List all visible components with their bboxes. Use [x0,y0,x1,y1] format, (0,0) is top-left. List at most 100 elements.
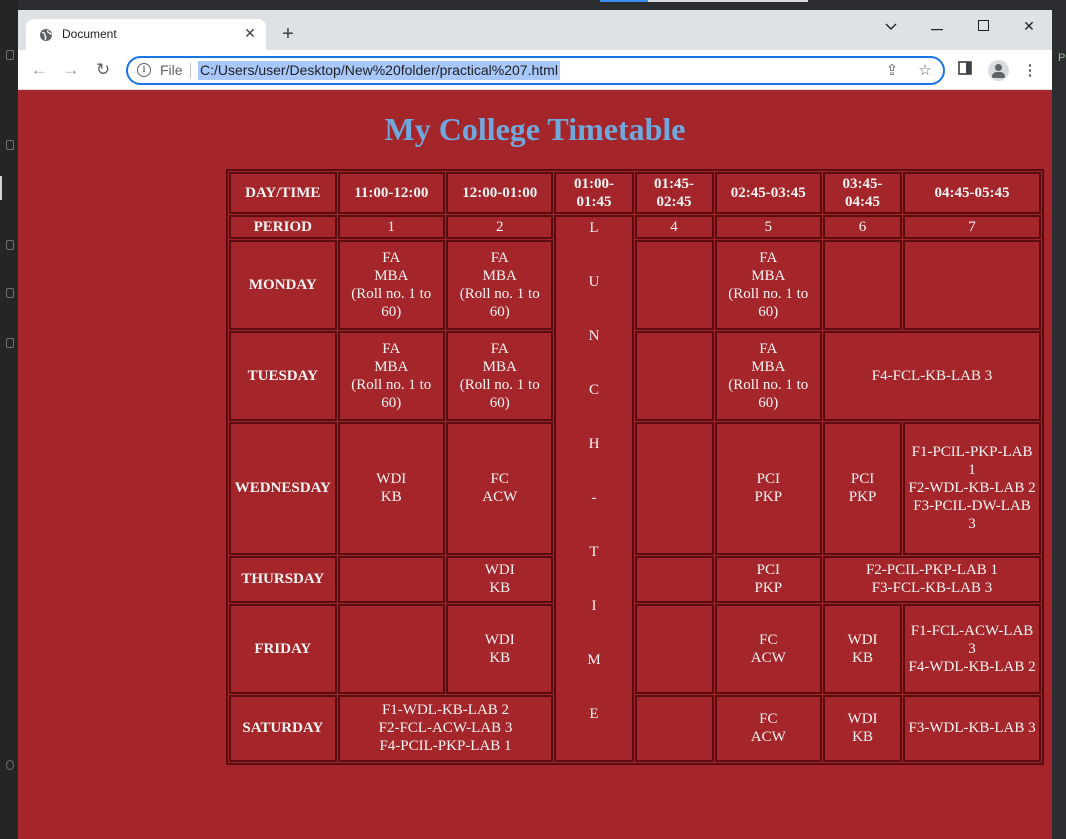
timetable: DAY/TIME 11:00-12:00 12:00-01:00 01:00-0… [226,169,1044,765]
address-bar[interactable]: i File C:/Users/user/Desktop/New%20folde… [126,56,945,85]
url-text[interactable]: C:/Users/user/Desktop/New%20folder/pract… [198,61,560,80]
lab-entry: F3-PCIL-DW-LAB 3 [913,498,1031,533]
close-tab-icon[interactable]: ✕ [241,24,259,42]
subject: FA [759,250,778,267]
period-number: 6 [823,215,903,240]
info-icon[interactable]: i [137,63,151,77]
lab-entry: F2-WDL-KB-LAB 2 [908,480,1036,497]
faculty: PKP [754,489,783,506]
minimize-button[interactable] [922,15,952,37]
back-arrow-icon[interactable]: ← [28,60,50,82]
batch: (Roll no. 1 to 60) [459,377,540,412]
batch: (Roll no. 1 to 60) [351,286,432,321]
row-tuesday: TUESDAY FA MBA (Roll no. 1 to 60) FA MBA… [229,331,1041,422]
tab-document[interactable]: Document ✕ [26,19,266,50]
header-slot-6: 03:45-04:45 [823,172,903,214]
omnibox-divider [190,63,191,79]
header-slot-lunch: 01:00-01:45 [554,172,634,214]
panel-icon[interactable] [6,338,14,348]
empty-cell [634,603,714,694]
forward-arrow-icon[interactable]: → [60,60,82,82]
lab-cell: F4-FCL-KB-LAB 3 [823,331,1041,422]
explorer-icon[interactable] [6,50,14,60]
day-label: WEDNESDAY [229,422,337,555]
close-window-button[interactable]: ✕ [1014,15,1044,37]
header-slot-5: 02:45-03:45 [714,172,823,214]
period-number: 5 [714,215,823,240]
source-control-icon[interactable] [6,140,14,150]
lab-cell: F1-FCL-ACW-LAB 3 F4-WDL-KB-LAB 2 [903,603,1041,694]
day-label: SATURDAY [229,694,337,762]
subject: FA [382,341,401,358]
browser-window: Document ✕ + ✕ ← → ↻ i File C:/Users/use… [18,10,1052,839]
class-cell: FA MBA (Roll no. 1 to 60) [337,240,446,331]
empty-cell [634,694,714,762]
share-icon[interactable]: ⇪ [883,62,901,80]
subject: PCI [850,471,875,488]
class-cell: WDI KB [337,422,446,555]
globe-icon [40,29,52,41]
subject: FC [759,631,778,648]
empty-cell [823,240,903,331]
empty-cell [634,555,714,603]
subject: WDI [484,562,515,579]
ide-top-bar [0,0,1066,10]
class-cell: PCI PKP [714,422,823,555]
faculty: KB [852,729,873,746]
batch: (Roll no. 1 to 60) [728,377,809,412]
day-label: FRIDAY [229,603,337,694]
ide-edge-glyph: P [1058,52,1066,64]
header-slot-2: 12:00-01:00 [446,172,554,214]
page-content: My College Timetable DAY/TIME 11:00-12:0… [18,91,1052,839]
account-icon[interactable] [6,760,14,770]
faculty: MBA [751,359,786,376]
batch: (Roll no. 1 to 60) [728,286,809,321]
subject: PCI [756,471,780,488]
testing-icon[interactable] [6,288,14,298]
day-label: TUESDAY [229,331,337,422]
ide-active-tab-indicator [600,0,648,2]
class-cell: FA MBA (Roll no. 1 to 60) [446,331,554,422]
tab-bar: Document ✕ + ✕ [18,10,1052,50]
day-label: THURSDAY [229,555,337,603]
maximize-button[interactable] [968,15,998,37]
subject: FA [490,250,509,267]
batch: (Roll no. 1 to 60) [351,377,432,412]
empty-cell [634,240,714,331]
batch: (Roll no. 1 to 60) [459,286,540,321]
side-panel-icon[interactable] [954,60,976,82]
ide-tab-indicator [648,0,808,2]
empty-cell [337,603,446,694]
lunch-letter: L [589,220,599,236]
class-cell: FA MBA (Roll no. 1 to 60) [446,240,554,331]
scheme-label: File [160,62,183,78]
class-cell: WDI KB [823,603,903,694]
faculty: MBA [482,359,517,376]
faculty: KB [489,580,511,597]
empty-cell [903,240,1041,331]
faculty: ACW [750,729,786,746]
row-thursday: THURSDAY WDI KB PCI PKP F2-PCIL-PKP-LAB … [229,555,1041,603]
class-cell: FA MBA (Roll no. 1 to 60) [714,331,823,422]
tab-title: Document [62,27,117,41]
subject: FA [490,341,509,358]
subject: FC [759,711,778,728]
menu-kebab-icon[interactable]: ⋮ [1019,60,1041,82]
class-cell: FC ACW [714,694,823,762]
new-tab-button[interactable]: + [277,24,299,46]
faculty: ACW [750,649,786,666]
reload-icon[interactable]: ↻ [92,60,114,82]
lab-cell: F3-WDL-KB-LAB 3 [903,694,1041,762]
profile-avatar-icon[interactable] [988,60,1009,81]
bookmark-star-icon[interactable]: ☆ [916,62,934,80]
browser-toolbar: ← → ↻ i File C:/Users/user/Desktop/New%2… [18,50,1052,90]
lab-entry: F2-PCIL-PKP-LAB 1 [865,562,999,579]
faculty: KB [489,649,511,666]
tab-search-chevron-icon[interactable] [876,15,906,37]
extensions-icon[interactable] [6,240,14,250]
period-number: 7 [903,215,1041,240]
class-cell: PCI PKP [714,555,823,603]
period-row: PERIOD 1 2 L U N C H - T I M E 4 5 6 7 [229,215,1041,762]
lab-cell: F1-WDL-KB-LAB 2 F2-FCL-ACW-LAB 3 F4-PCIL… [337,694,554,762]
lunch-letter: M [587,652,601,668]
